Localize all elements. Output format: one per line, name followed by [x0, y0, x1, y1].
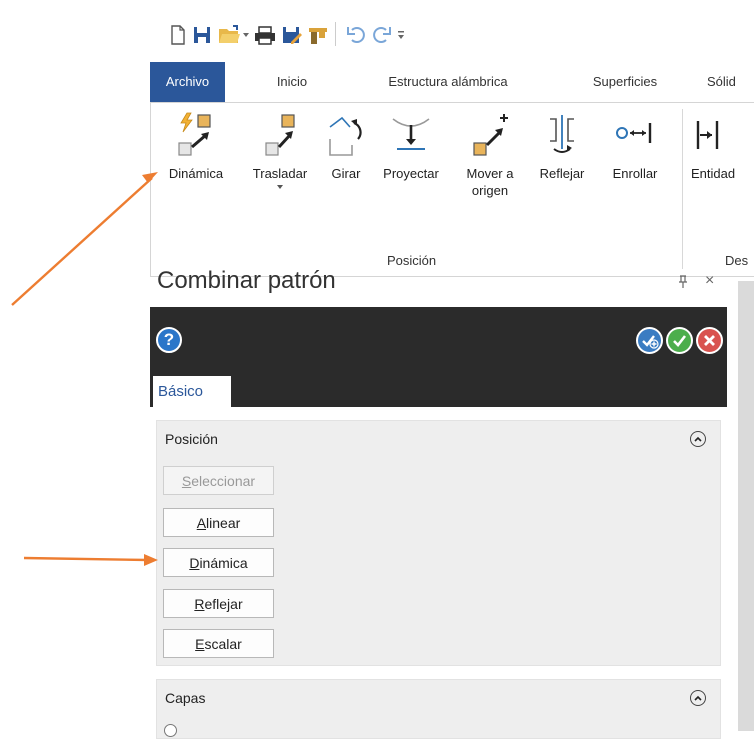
- annotation-arrow-ribbon: [11, 172, 158, 306]
- proyectar-label: Proyectar: [383, 166, 439, 181]
- entity-icon: [696, 121, 719, 149]
- girar-ribbon-button[interactable]: Girar: [321, 109, 371, 182]
- entidad-label: Entidad: [691, 166, 736, 181]
- apply-continue-icon[interactable]: [636, 327, 663, 354]
- reflejar-mnemonic: R: [194, 595, 205, 612]
- trasladar-label: Trasladar: [252, 166, 308, 181]
- proyectar-ribbon-button[interactable]: Proyectar: [371, 109, 451, 182]
- posicion-group-label: Posición: [387, 253, 437, 268]
- annotation-arrow-panel: [23, 554, 158, 566]
- enrollar-ribbon-button[interactable]: Enrollar: [595, 109, 675, 182]
- capas-section-title: Capas: [165, 690, 206, 706]
- escalar-label: scalar: [204, 635, 242, 652]
- alinear-button[interactable]: Alinear: [163, 508, 274, 537]
- posicion-section-title: Posición: [165, 431, 218, 447]
- collapse-icon[interactable]: [690, 431, 706, 447]
- entidad-ribbon-button[interactable]: Entidad: [691, 109, 754, 182]
- tab-archivo[interactable]: Archivo: [150, 62, 225, 102]
- scrollbar[interactable]: [738, 281, 754, 731]
- reflejar-button-label: eflejar: [204, 595, 243, 612]
- close-panel-icon[interactable]: ×: [705, 272, 714, 290]
- origen-label: origen: [471, 183, 509, 198]
- ribbon-group-separator: [682, 109, 683, 269]
- print-icon[interactable]: [254, 24, 276, 46]
- reflejar-ribbon-button[interactable]: Reflejar: [529, 109, 595, 182]
- save-edit-icon[interactable]: [281, 24, 303, 46]
- save-icon[interactable]: [192, 24, 212, 46]
- panel-title: Combinar patrón: [157, 267, 336, 294]
- translate-icon: [265, 114, 295, 156]
- dynamic-move-icon: [178, 112, 211, 156]
- dinamica-ribbon-button[interactable]: Dinámica: [156, 109, 236, 182]
- tab-superficies[interactable]: Superficies: [580, 62, 670, 102]
- escalar-button[interactable]: Escalar: [163, 629, 274, 658]
- dropdown-arrow-icon[interactable]: [243, 24, 249, 46]
- escalar-mnemonic: E: [195, 635, 205, 652]
- customize-icon[interactable]: [397, 24, 405, 46]
- collapse-icon[interactable]: [690, 690, 706, 706]
- toolbar-divider: [335, 22, 336, 46]
- alinear-mnemonic: A: [196, 514, 207, 531]
- dinamica-label: Dinámica: [168, 166, 224, 181]
- dinamica-mnemonic: D: [189, 554, 200, 571]
- ok-icon[interactable]: [666, 327, 693, 354]
- mover-a-label: Mover a: [466, 166, 514, 181]
- ribbon-panel: Dinámica Trasladar Girar Proyectar Mover…: [150, 102, 754, 277]
- rotate-icon: [329, 116, 362, 156]
- mover-a-origen-ribbon-button[interactable]: Mover a origen: [451, 109, 529, 199]
- project-icon: [392, 118, 430, 150]
- cancel-icon[interactable]: [696, 327, 723, 354]
- move-to-origin-icon: [473, 114, 508, 156]
- seleccionar-button[interactable]: Seleccionar: [163, 466, 274, 495]
- ribbon-tab-bar: Archivo Inicio Estructura alámbrica Supe…: [150, 62, 754, 102]
- alinear-label: linear: [206, 514, 241, 531]
- seleccionar-mnemonic: S: [181, 472, 192, 489]
- seleccionar-label: eleccionar: [191, 472, 256, 489]
- tab-estructura-alambrica[interactable]: Estructura alámbrica: [363, 62, 533, 102]
- wrap-icon: [616, 123, 652, 143]
- new-file-icon[interactable]: [170, 24, 186, 46]
- des-group-label: Des: [725, 253, 749, 268]
- tab-solidos[interactable]: Sólid: [707, 62, 754, 102]
- help-icon[interactable]: ?: [156, 327, 182, 353]
- tab-basico[interactable]: Básico: [153, 376, 231, 407]
- open-folder-icon[interactable]: [218, 24, 242, 46]
- panel-header-bar: ?: [150, 307, 727, 407]
- tab-inicio[interactable]: Inicio: [262, 62, 322, 102]
- quick-access-toolbar: [150, 0, 754, 62]
- enrollar-label: Enrollar: [612, 166, 658, 181]
- trasladar-ribbon-button[interactable]: Trasladar: [237, 109, 323, 189]
- undo-icon[interactable]: [346, 24, 366, 46]
- girar-label: Girar: [331, 166, 361, 181]
- mover-a-origen-label: Mover a origen: [451, 165, 529, 199]
- pin-icon[interactable]: [678, 275, 688, 292]
- dinamica-button-label: inámica: [199, 554, 248, 571]
- reflejar-button[interactable]: Reflejar: [163, 589, 274, 618]
- dinamica-button[interactable]: Dinámica: [163, 548, 274, 577]
- capas-section: Capas: [156, 679, 721, 739]
- mirror-icon: [550, 115, 574, 153]
- reflejar-label: Reflejar: [539, 166, 585, 181]
- panel-edge: [727, 281, 738, 731]
- dropdown-arrow-icon[interactable]: [277, 185, 283, 189]
- library-icon[interactable]: [308, 24, 328, 46]
- redo-icon[interactable]: [372, 24, 392, 46]
